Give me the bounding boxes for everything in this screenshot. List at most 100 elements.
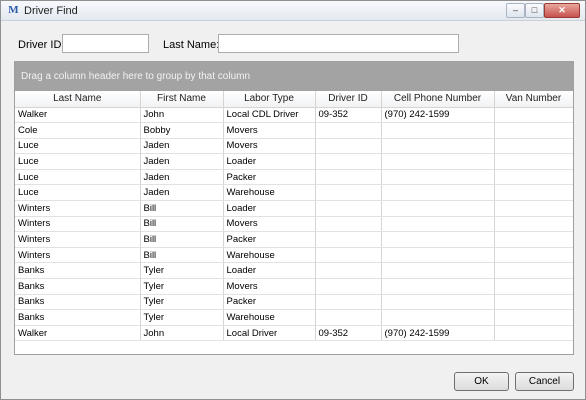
labor-type-cell[interactable]: Local Driver — [223, 325, 316, 342]
first-name-cell[interactable]: Bill — [140, 247, 224, 264]
last-name-cell[interactable]: Banks — [15, 309, 141, 326]
last-name-cell[interactable]: Winters — [15, 200, 141, 217]
last-name-cell[interactable]: Luce — [15, 169, 141, 186]
van-number-cell[interactable] — [494, 278, 573, 295]
last-name-cell[interactable]: Winters — [15, 231, 141, 248]
cell-phone-cell[interactable] — [381, 138, 495, 155]
table-row[interactable]: Winters Bill Movers — [15, 216, 573, 233]
first-name-cell[interactable]: Jaden — [140, 184, 224, 202]
first-name-cell[interactable]: John — [140, 107, 224, 124]
column-header-first-name[interactable]: First Name — [140, 91, 224, 108]
van-number-cell[interactable] — [494, 107, 573, 124]
labor-type-cell[interactable]: Loader — [223, 262, 316, 280]
first-name-cell[interactable]: Tyler — [140, 309, 224, 326]
table-row[interactable]: Cole Bobby Movers — [15, 122, 573, 139]
driver-id-cell[interactable] — [315, 309, 382, 326]
column-header-driver-id[interactable]: Driver ID — [315, 91, 382, 108]
cell-phone-cell[interactable] — [381, 247, 495, 264]
labor-type-cell[interactable]: Movers — [223, 278, 316, 295]
table-row[interactable]: Banks Tyler Packer — [15, 294, 573, 311]
cell-phone-cell[interactable]: (970) 242-1599 — [381, 325, 495, 342]
driver-grid[interactable]: Drag a column header here to group by th… — [14, 61, 574, 355]
cell-phone-cell[interactable]: (970) 242-1599 — [381, 107, 495, 124]
cell-phone-cell[interactable] — [381, 153, 495, 170]
cell-phone-cell[interactable] — [381, 231, 495, 248]
labor-type-cell[interactable]: Loader — [223, 200, 316, 217]
van-number-cell[interactable] — [494, 325, 573, 342]
first-name-cell[interactable]: Tyler — [140, 278, 224, 295]
van-number-cell[interactable] — [494, 200, 573, 217]
driver-id-cell[interactable] — [315, 153, 382, 170]
van-number-cell[interactable] — [494, 169, 573, 186]
column-header-labor-type[interactable]: Labor Type — [223, 91, 316, 108]
table-row[interactable]: Walker John Local CDL Driver 09-352 (970) 24… — [15, 107, 573, 124]
group-by-panel[interactable]: Drag a column header here to group by th… — [15, 62, 573, 91]
first-name-cell[interactable]: Bill — [140, 231, 224, 248]
van-number-cell[interactable] — [494, 231, 573, 248]
van-number-cell[interactable] — [494, 247, 573, 264]
column-header-van-number[interactable]: Van Number — [494, 91, 573, 108]
driver-id-cell[interactable] — [315, 169, 382, 186]
cell-phone-cell[interactable] — [381, 278, 495, 295]
last-name-cell[interactable]: Banks — [15, 262, 141, 280]
van-number-cell[interactable] — [494, 309, 573, 326]
table-row[interactable]: Luce Jaden Movers — [15, 138, 573, 155]
first-name-cell[interactable]: Tyler — [140, 294, 224, 311]
van-number-cell[interactable] — [494, 216, 573, 233]
driver-id-cell[interactable] — [315, 262, 382, 280]
close-button[interactable]: ✕ — [544, 3, 580, 18]
last-name-cell[interactable]: Walker — [15, 107, 141, 124]
table-row[interactable]: Winters Bill Warehouse — [15, 247, 573, 264]
van-number-cell[interactable] — [494, 294, 573, 311]
last-name-cell[interactable]: Winters — [15, 247, 141, 264]
driver-id-cell[interactable] — [315, 200, 382, 217]
driver-id-cell[interactable] — [315, 278, 382, 295]
labor-type-cell[interactable]: Packer — [223, 231, 316, 248]
cancel-button[interactable]: Cancel — [515, 372, 574, 391]
driver-id-cell[interactable] — [315, 184, 382, 202]
labor-type-cell[interactable]: Movers — [223, 138, 316, 155]
table-row[interactable]: Luce Jaden Packer — [15, 169, 573, 186]
column-header-last-name[interactable]: Last Name — [15, 91, 141, 108]
driver-id-cell[interactable] — [315, 216, 382, 233]
cell-phone-cell[interactable] — [381, 216, 495, 233]
driver-id-cell[interactable] — [315, 247, 382, 264]
table-row[interactable]: Banks Tyler Loader — [15, 262, 573, 280]
first-name-cell[interactable]: Bobby — [140, 122, 224, 139]
labor-type-cell[interactable]: Local CDL Driver — [223, 107, 316, 124]
driver-id-cell[interactable] — [315, 138, 382, 155]
van-number-cell[interactable] — [494, 262, 573, 280]
van-number-cell[interactable] — [494, 153, 573, 170]
title-bar[interactable]: M Driver Find – □ ✕ — [1, 1, 585, 21]
last-name-cell[interactable]: Luce — [15, 153, 141, 170]
labor-type-cell[interactable]: Packer — [223, 169, 316, 186]
table-row[interactable]: Winters Bill Loader — [15, 200, 573, 217]
labor-type-cell[interactable]: Loader — [223, 153, 316, 170]
first-name-cell[interactable]: John — [140, 325, 224, 342]
labor-type-cell[interactable]: Packer — [223, 294, 316, 311]
driver-id-cell[interactable] — [315, 294, 382, 311]
van-number-cell[interactable] — [494, 184, 573, 202]
cell-phone-cell[interactable] — [381, 262, 495, 280]
driver-id-cell[interactable] — [315, 122, 382, 139]
last-name-cell[interactable]: Walker — [15, 325, 141, 342]
ok-button[interactable]: OK — [454, 372, 509, 391]
first-name-cell[interactable]: Bill — [140, 216, 224, 233]
driver-id-cell[interactable]: 09-352 — [315, 107, 382, 124]
first-name-cell[interactable]: Jaden — [140, 169, 224, 186]
table-row[interactable]: Banks Tyler Warehouse — [15, 309, 573, 326]
maximize-button[interactable]: □ — [525, 3, 544, 18]
cell-phone-cell[interactable] — [381, 294, 495, 311]
last-name-cell[interactable]: Luce — [15, 138, 141, 155]
driver-id-cell[interactable] — [315, 231, 382, 248]
labor-type-cell[interactable]: Movers — [223, 216, 316, 233]
last-name-cell[interactable]: Banks — [15, 278, 141, 295]
last-name-input[interactable] — [218, 34, 459, 53]
labor-type-cell[interactable]: Movers — [223, 122, 316, 139]
minimize-button[interactable]: – — [506, 3, 525, 18]
table-row[interactable]: Walker John Local Driver 09-352 (970) 242-15… — [15, 325, 573, 342]
first-name-cell[interactable]: Bill — [140, 200, 224, 217]
first-name-cell[interactable]: Jaden — [140, 138, 224, 155]
last-name-cell[interactable]: Cole — [15, 122, 141, 139]
table-row[interactable]: Luce Jaden Warehouse — [15, 184, 573, 202]
